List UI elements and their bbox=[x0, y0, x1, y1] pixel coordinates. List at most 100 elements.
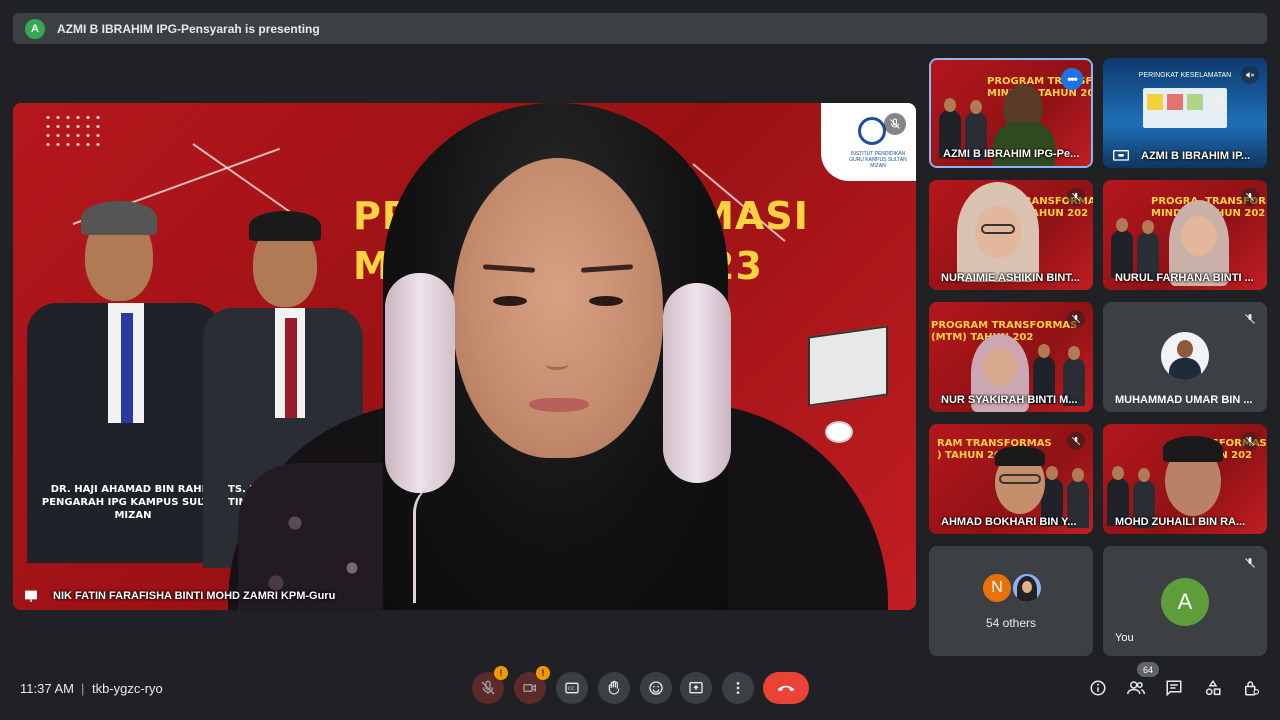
tile-name: MOHD ZUHAILI BIN RA... bbox=[1115, 516, 1246, 528]
tile-name: MUHAMMAD UMAR BIN ... bbox=[1115, 394, 1253, 406]
mic-off-icon bbox=[1241, 310, 1259, 328]
captions-button[interactable]: CC bbox=[556, 672, 588, 704]
others-count: 54 others bbox=[985, 616, 1037, 630]
tile-nurul-farhana[interactable]: PROGRA TRANSFORMAS MIND TAHUN 202 NURUL … bbox=[1103, 180, 1267, 290]
emoji-icon bbox=[649, 681, 663, 695]
main-video-tile[interactable]: PROG SFORMASI M IN 2023 INSTITUT PENDIDI… bbox=[13, 103, 916, 610]
presenter-avatar: A bbox=[25, 18, 45, 39]
svg-text:CC: CC bbox=[568, 686, 575, 692]
tile-name: AZMI B IBRAHIM IP... bbox=[1141, 150, 1251, 162]
info-icon bbox=[1090, 680, 1106, 696]
mic-warning-badge: ! bbox=[494, 666, 508, 680]
mic-off-icon bbox=[1067, 188, 1085, 206]
mic-off-icon bbox=[1241, 188, 1259, 206]
mic-off-icon bbox=[1067, 432, 1085, 450]
tile-slide-head bbox=[1116, 218, 1128, 232]
mic-toggle-button[interactable]: ! bbox=[472, 666, 508, 704]
raise-hand-button[interactable] bbox=[598, 672, 630, 704]
mic-off-icon bbox=[1067, 310, 1085, 328]
people-icon bbox=[1127, 681, 1145, 695]
meeting-details-button[interactable] bbox=[1087, 677, 1109, 699]
glasses-icon bbox=[981, 224, 1015, 234]
tile-slide-head bbox=[970, 100, 982, 114]
self-avatar: A bbox=[1161, 578, 1209, 626]
presenter-face bbox=[453, 158, 663, 458]
present-button[interactable] bbox=[680, 672, 712, 704]
tile-slide-box bbox=[1167, 94, 1183, 110]
screen-share-icon bbox=[1113, 150, 1129, 161]
tile-slide-box bbox=[1147, 94, 1163, 110]
tile-name: AZMI B IBRAHIM IPG-Pe... bbox=[943, 148, 1080, 160]
participant-body bbox=[993, 122, 1055, 166]
logo-emblem bbox=[858, 117, 886, 145]
shapes-icon bbox=[1205, 679, 1221, 696]
tile-others[interactable]: N 54 others bbox=[929, 546, 1093, 656]
tile-slide-head bbox=[1142, 220, 1154, 234]
slide-cup-illustration bbox=[825, 421, 853, 443]
glasses-icon bbox=[999, 474, 1041, 484]
main-name-label: NIK FATIN FARAFISHA BINTI MOHD ZAMRI KPM… bbox=[23, 590, 335, 602]
tile-muhammad-umar[interactable]: MUHAMMAD UMAR BIN ... bbox=[1103, 302, 1267, 412]
meeting-time: 11:37 AM bbox=[20, 681, 74, 696]
people-button[interactable] bbox=[1125, 677, 1147, 699]
camera-warning-badge: ! bbox=[536, 666, 550, 680]
tile-slide-head bbox=[1068, 346, 1080, 360]
others-avatars: N bbox=[981, 572, 1043, 604]
hand-icon bbox=[608, 680, 620, 695]
reactions-button[interactable] bbox=[640, 672, 672, 704]
tile-slide-head bbox=[1112, 466, 1124, 480]
captions-icon: CC bbox=[565, 682, 579, 694]
bottom-bar: 11:37 AM | tkb-ygzc-ryo ! ! CC 64 bbox=[0, 660, 1280, 720]
presenting-banner: A AZMI B IBRAHIM IPG-Pensyarah is presen… bbox=[13, 13, 1267, 44]
tile-azmi-screen[interactable]: PERINGKAT KESELAMATAN AZMI B IBRAHIM IP.… bbox=[1103, 58, 1267, 168]
more-vert-icon bbox=[736, 682, 740, 694]
hang-up-icon bbox=[777, 685, 795, 692]
participant-avatar bbox=[1161, 332, 1209, 380]
host-controls-button[interactable] bbox=[1240, 677, 1262, 699]
more-options-button[interactable]: ••• bbox=[1061, 68, 1083, 90]
tile-slide-head bbox=[1072, 468, 1084, 482]
headphone-left bbox=[385, 273, 455, 493]
mic-off-icon bbox=[884, 113, 906, 135]
camera-toggle-button[interactable]: ! bbox=[514, 666, 550, 704]
present-screen-icon bbox=[689, 682, 703, 694]
more-options-button[interactable] bbox=[722, 672, 754, 704]
tile-slide-box bbox=[1187, 94, 1203, 110]
tile-nuraimie[interactable]: TRANSFORMAS ) TAHUN 202 NURAIMIE ASHIKIN… bbox=[929, 180, 1093, 290]
tile-nur-syakirah[interactable]: PROGRAM TRANSFORMAS (MTM) TAHUN 202 NUR … bbox=[929, 302, 1093, 412]
mic-off-icon bbox=[1241, 554, 1259, 572]
tile-azmi-video[interactable]: PROGRAM TRANSFORMAS MIND TAHUN 202 ••• A… bbox=[929, 58, 1093, 168]
tile-mohd-zuhaili[interactable]: TRANSFORMAS ) TAHUN 202 MOHD ZUHAILI BIN… bbox=[1103, 424, 1267, 534]
presenting-text: AZMI B IBRAHIM IPG-Pensyarah is presenti… bbox=[57, 21, 320, 36]
tile-name: AHMAD BOKHARI BIN Y... bbox=[941, 516, 1077, 528]
meeting-code[interactable]: tkb-ygzc-ryo bbox=[92, 681, 163, 696]
mic-off-icon bbox=[1241, 432, 1259, 450]
tile-slide-head bbox=[944, 98, 956, 112]
presentation-icon bbox=[25, 590, 37, 602]
tile-slide-head bbox=[1138, 468, 1150, 482]
leave-call-button[interactable] bbox=[763, 672, 809, 704]
participant-hair bbox=[1163, 436, 1223, 462]
chat-icon bbox=[1166, 680, 1182, 697]
lock-person-icon bbox=[1245, 681, 1260, 696]
headphone-cable bbox=[413, 483, 453, 603]
chat-button[interactable] bbox=[1163, 677, 1185, 699]
tile-slide-head bbox=[1046, 466, 1058, 480]
mic-off-icon bbox=[1241, 66, 1259, 84]
tile-slide-person bbox=[1111, 230, 1133, 278]
participant-face bbox=[983, 348, 1017, 386]
logo-text: INSTITUT PENDIDIKAN GURU KAMPUS SULTAN M… bbox=[849, 151, 907, 169]
others-avatar-photo bbox=[1011, 572, 1043, 604]
tile-self[interactable]: A You bbox=[1103, 546, 1267, 656]
tile-slide-head bbox=[1038, 344, 1050, 358]
tile-name: NURAIMIE ASHIKIN BINT... bbox=[941, 272, 1080, 284]
slide-dot-pattern bbox=[43, 113, 103, 149]
others-avatar-n: N bbox=[981, 572, 1013, 604]
separator: | bbox=[81, 681, 85, 696]
tile-name: You bbox=[1115, 632, 1134, 644]
participants-count-badge: 64 bbox=[1137, 662, 1159, 677]
activities-button[interactable] bbox=[1202, 677, 1224, 699]
tile-ahmad-bokhari[interactable]: RAM TRANSFORMAS ) TAHUN 202 AHMAD BOKHAR… bbox=[929, 424, 1093, 534]
main-participant-name: NIK FATIN FARAFISHA BINTI MOHD ZAMRI KPM… bbox=[53, 590, 336, 602]
mic-off-icon bbox=[481, 680, 495, 695]
